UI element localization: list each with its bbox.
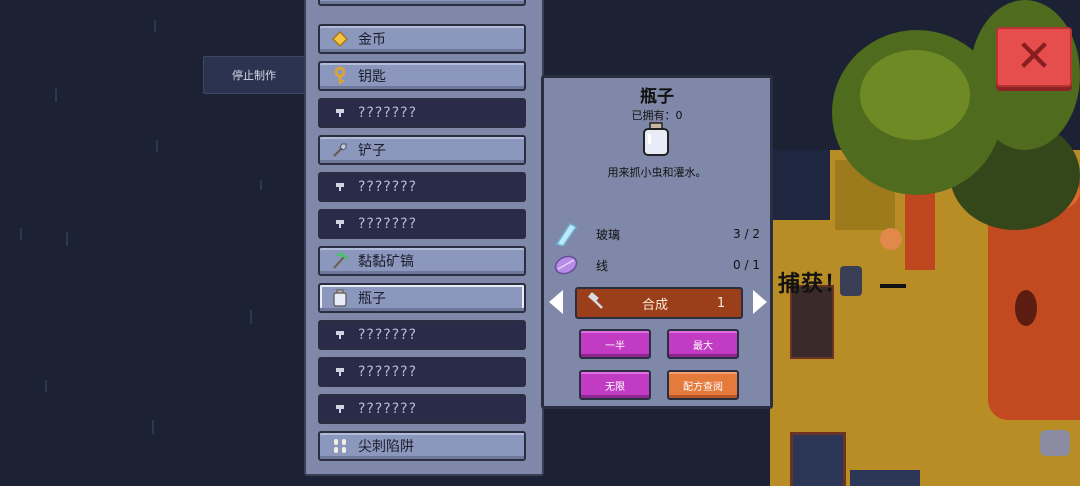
stop-crafting-button[interactable]: 停止制作 bbox=[203, 56, 305, 94]
ingredient-row: 玻璃 3 / 2 bbox=[552, 222, 766, 247]
ingredient-count: 3 / 2 bbox=[733, 227, 760, 241]
pickaxe-icon bbox=[330, 251, 350, 271]
recipe-item-locked[interactable]: ??????? bbox=[318, 172, 526, 202]
locked-icon bbox=[330, 214, 350, 234]
craft-label: 合成 bbox=[641, 297, 668, 313]
locked-icon bbox=[330, 103, 350, 123]
catch-notification: 捕获！ bbox=[778, 272, 848, 297]
stone-sprite bbox=[1040, 430, 1070, 456]
key-icon bbox=[330, 66, 350, 86]
bottle-icon bbox=[641, 122, 671, 156]
glass-shard-icon bbox=[552, 222, 578, 247]
rain-streak bbox=[55, 88, 57, 102]
pond bbox=[790, 432, 846, 486]
rain-streak bbox=[45, 380, 47, 392]
decrease-quantity-arrow[interactable] bbox=[549, 290, 563, 314]
rain-streak bbox=[154, 20, 156, 32]
recipe-item-label: ??????? bbox=[358, 364, 418, 380]
tree-foliage bbox=[860, 50, 970, 140]
increase-quantity-arrow[interactable] bbox=[753, 290, 767, 314]
recipe-item-label: ??????? bbox=[358, 105, 418, 121]
recipe-item-label: 钥匙 bbox=[358, 69, 386, 85]
bottle-icon bbox=[330, 288, 350, 308]
item-description: 用来抓小虫和灌水。 bbox=[607, 166, 707, 179]
gold-coin-icon bbox=[330, 29, 350, 49]
recipe-item-label: 金币 bbox=[358, 32, 386, 48]
recipe-item-locked[interactable]: ??????? bbox=[318, 357, 526, 387]
tree-stump-door bbox=[1015, 290, 1037, 326]
recipe-item-locked[interactable]: ??????? bbox=[318, 209, 526, 239]
recipe-item-locked[interactable]: ??????? bbox=[318, 320, 526, 350]
recipe-list-panel[interactable]: 金币 钥匙 ??????? 铲子 ??????? ??????? 黏黏矿镐 瓶子… bbox=[304, 0, 544, 476]
recipe-item-gold-coin[interactable]: 金币 bbox=[318, 24, 526, 54]
rain-streak bbox=[250, 310, 252, 324]
craft-quantity: 1 bbox=[716, 295, 726, 311]
recipe-item[interactable] bbox=[318, 0, 526, 6]
recipe-item-label: ??????? bbox=[358, 216, 418, 232]
recipe-detail-panel: 瓶子 已拥有：0 用来抓小虫和灌水。 玻璃 3 / 2 线 0 / 1 合成 1… bbox=[541, 75, 773, 409]
infinite-button[interactable]: 无限 bbox=[579, 370, 651, 400]
recipe-item-spike-trap[interactable]: 尖刺陷阱 bbox=[318, 431, 526, 461]
recipe-item-label: ??????? bbox=[358, 401, 418, 417]
rain-streak bbox=[152, 420, 154, 434]
rain-streak bbox=[260, 180, 262, 190]
recipe-item-label: ??????? bbox=[358, 327, 418, 343]
pond-edge bbox=[850, 470, 920, 486]
recipe-item-label: 黏黏矿镐 bbox=[358, 254, 414, 270]
recipe-item-label: 铲子 bbox=[358, 143, 386, 159]
locked-icon bbox=[330, 399, 350, 419]
owned-count: 已拥有：0 bbox=[631, 109, 683, 122]
close-icon: ✕ bbox=[1015, 31, 1053, 82]
thread-icon bbox=[552, 253, 578, 277]
close-button[interactable]: ✕ bbox=[996, 27, 1072, 87]
recipe-item-locked[interactable]: ??????? bbox=[318, 394, 526, 424]
spike-trap-icon bbox=[330, 436, 350, 456]
half-button[interactable]: 一半 bbox=[579, 329, 651, 359]
recipe-item-locked[interactable]: ??????? bbox=[318, 98, 526, 128]
craft-button[interactable]: 合成 1 bbox=[575, 287, 743, 319]
dark-path bbox=[770, 150, 830, 220]
ingredient-row: 线 0 / 1 bbox=[552, 253, 766, 277]
recipe-item-label: ??????? bbox=[358, 179, 418, 195]
ingredient-name: 线 bbox=[596, 258, 609, 273]
recipe-book-button[interactable]: 配方查阅 bbox=[667, 370, 739, 400]
hammer-icon bbox=[587, 292, 609, 314]
rain-streak bbox=[156, 140, 158, 152]
ingredient-count: 0 / 1 bbox=[733, 258, 760, 272]
ingredient-name: 玻璃 bbox=[596, 227, 621, 242]
shovel-icon bbox=[330, 140, 350, 160]
recipe-item-sticky-pickaxe[interactable]: 黏黏矿镐 bbox=[318, 246, 526, 276]
locked-icon bbox=[330, 177, 350, 197]
recipe-item-label: 瓶子 bbox=[358, 291, 386, 307]
locked-icon bbox=[330, 362, 350, 382]
item-title: 瓶子 bbox=[640, 87, 674, 107]
max-button[interactable]: 最大 bbox=[667, 329, 739, 359]
recipe-item-label: 尖刺陷阱 bbox=[358, 439, 414, 455]
mushroom-sprite bbox=[880, 228, 902, 250]
npc-sprite bbox=[840, 266, 862, 296]
locked-icon bbox=[330, 325, 350, 345]
recipe-item-bottle[interactable]: 瓶子 bbox=[318, 283, 526, 313]
rain-streak bbox=[66, 232, 68, 246]
catch-dash bbox=[880, 284, 906, 288]
rain-streak bbox=[20, 228, 22, 240]
recipe-item-key[interactable]: 钥匙 bbox=[318, 61, 526, 91]
recipe-item-shovel[interactable]: 铲子 bbox=[318, 135, 526, 165]
